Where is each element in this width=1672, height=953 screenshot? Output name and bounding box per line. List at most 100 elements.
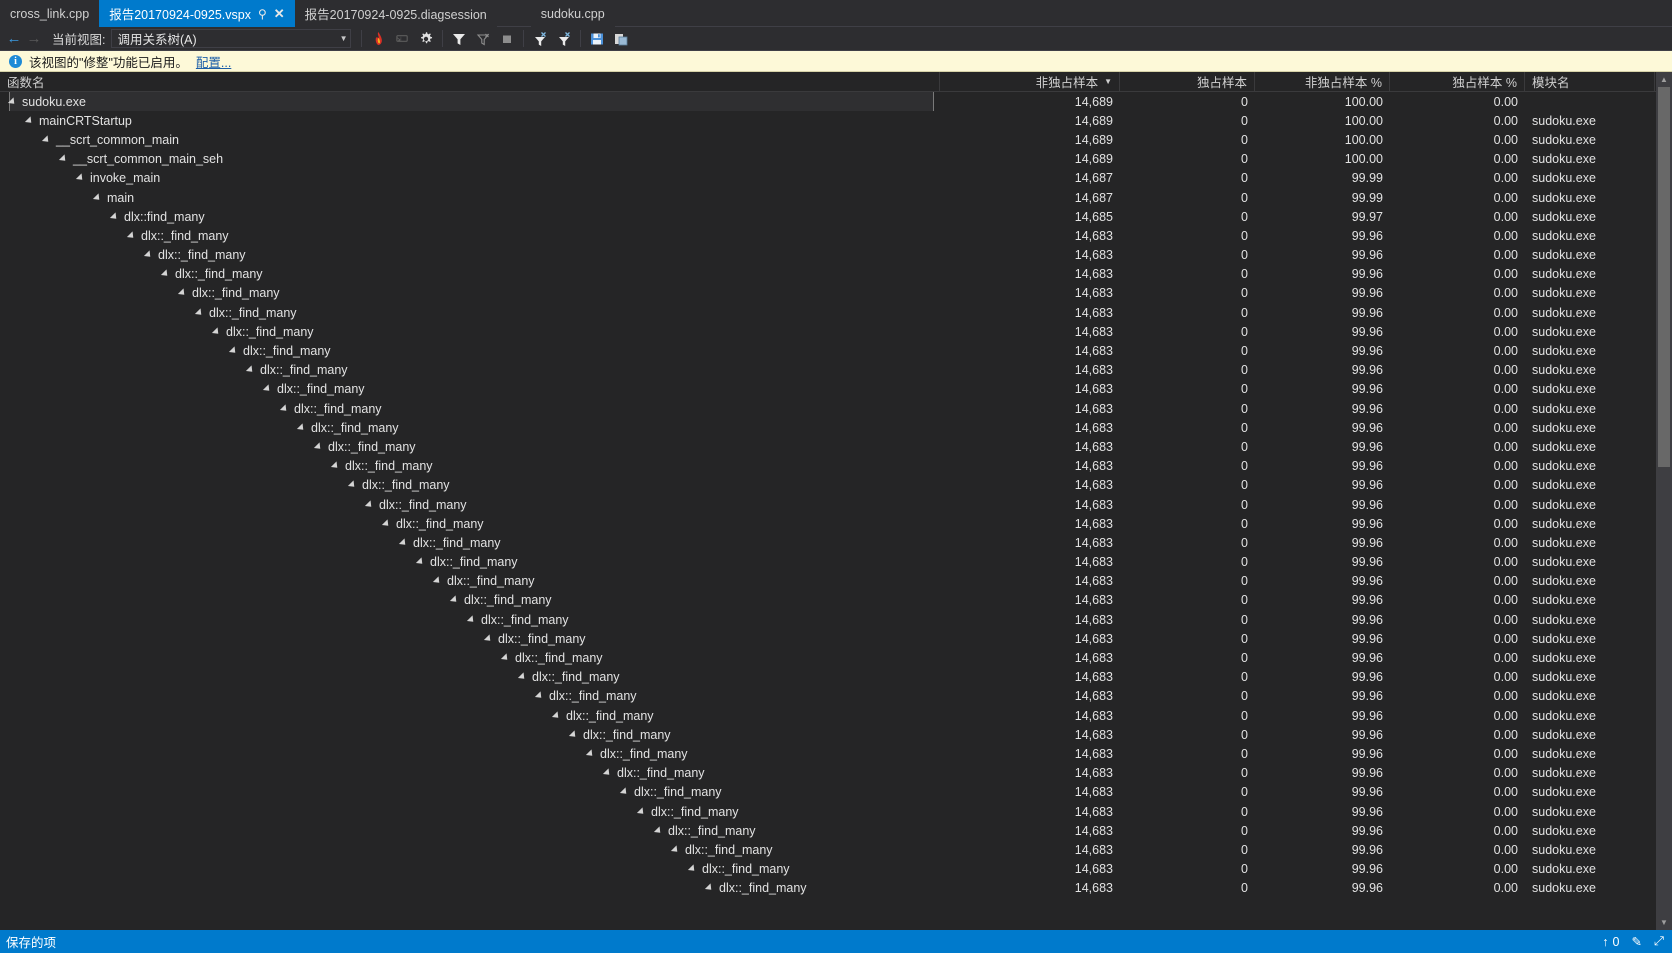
table-row[interactable]: dlx::_find_many 14,683 0 99.96 0.00 sudoku.ex… <box>0 246 1672 265</box>
table-row[interactable]: dlx::_find_many 14,683 0 99.96 0.00 sudoku.ex… <box>0 821 1672 840</box>
tree-node[interactable]: dlx::_find_many <box>653 821 933 840</box>
table-row[interactable]: dlx::_find_many 14,683 0 99.96 0.00 sudoku.ex… <box>0 591 1672 610</box>
tree-node[interactable]: dlx::_find_many <box>364 495 933 514</box>
close-icon[interactable]: ✕ <box>274 7 285 20</box>
edit-icon[interactable]: ✎ <box>1632 934 1642 949</box>
tree-node[interactable]: sudoku.exe <box>7 92 934 112</box>
expander-triangle-icon[interactable] <box>449 595 460 606</box>
table-row[interactable]: dlx::_find_many 14,683 0 99.96 0.00 sudoku.ex… <box>0 341 1672 360</box>
stop-icon[interactable] <box>496 28 518 49</box>
expander-triangle-icon[interactable] <box>466 615 477 625</box>
tab-sudoku-cpp[interactable]: sudoku.cpp <box>530 0 615 27</box>
tree-node[interactable]: mainCRTStartup <box>24 111 933 130</box>
vertical-scrollbar[interactable]: ▲ ▼ <box>1656 72 1672 930</box>
expander-triangle-icon[interactable] <box>687 864 698 874</box>
expander-triangle-icon[interactable] <box>534 691 545 702</box>
tree-node[interactable]: dlx::_find_many <box>160 265 933 284</box>
back-arrow-icon[interactable]: ← <box>4 29 24 49</box>
expander-triangle-icon[interactable] <box>704 883 715 893</box>
tree-node[interactable]: dlx::_find_many <box>466 610 933 629</box>
table-row[interactable]: dlx::_find_many 14,683 0 99.96 0.00 sudoku.ex… <box>0 687 1672 706</box>
tree-node[interactable]: dlx::_find_many <box>279 399 933 418</box>
table-row[interactable]: dlx::_find_many 14,683 0 99.96 0.00 sudoku.ex… <box>0 572 1672 591</box>
expander-triangle-icon[interactable] <box>143 250 154 260</box>
expander-triangle-icon[interactable] <box>194 308 205 318</box>
table-row[interactable]: dlx::_find_many 14,683 0 99.96 0.00 sudoku.ex… <box>0 361 1672 380</box>
expand-icon[interactable]: ⤢ <box>1654 934 1664 949</box>
table-row[interactable]: dlx::_find_many 14,683 0 99.96 0.00 sudoku.ex… <box>0 629 1672 648</box>
forward-arrow-icon[interactable]: → <box>24 29 44 49</box>
expander-triangle-icon[interactable] <box>92 192 103 203</box>
expander-triangle-icon[interactable] <box>500 653 511 663</box>
tab-cross-link-cpp[interactable]: cross_link.cpp <box>0 0 100 27</box>
expander-triangle-icon[interactable] <box>75 173 86 183</box>
expander-triangle-icon[interactable] <box>177 288 188 299</box>
expander-triangle-icon[interactable] <box>41 135 52 145</box>
column-header-exclusive[interactable]: 独占样本 <box>1120 72 1255 91</box>
expander-triangle-icon[interactable] <box>619 787 630 797</box>
tree-node[interactable]: dlx::_find_many <box>687 860 933 879</box>
status-publish-indicator[interactable]: ↑ 0 <box>1602 935 1619 949</box>
tree-node[interactable]: dlx::_find_many <box>602 764 933 783</box>
column-header-inclusive[interactable]: 非独占样本 ▼ <box>940 72 1120 91</box>
table-row[interactable]: dlx::_find_many 14,683 0 99.96 0.00 sudoku.ex… <box>0 764 1672 783</box>
tree-node[interactable]: dlx::_find_many <box>245 361 933 380</box>
table-row[interactable]: dlx::_find_many 14,683 0 99.96 0.00 sudoku.ex… <box>0 744 1672 763</box>
tree-node[interactable]: dlx::_find_many <box>313 437 933 456</box>
table-row[interactable]: dlx::_find_many 14,683 0 99.96 0.00 sudoku.ex… <box>0 553 1672 572</box>
expander-triangle-icon[interactable] <box>364 499 375 510</box>
tree-node[interactable]: __scrt_common_main_seh <box>58 150 933 169</box>
table-row[interactable]: dlx::_find_many 14,683 0 99.96 0.00 sudoku.ex… <box>0 437 1672 456</box>
table-row[interactable]: dlx::_find_many 14,683 0 99.96 0.00 sudoku.ex… <box>0 226 1672 245</box>
save-icon[interactable] <box>586 28 608 49</box>
expander-triangle-icon[interactable] <box>330 461 341 471</box>
expander-triangle-icon[interactable] <box>636 806 647 817</box>
filter-add-icon[interactable] <box>529 28 551 49</box>
expander-triangle-icon[interactable] <box>398 538 409 548</box>
gear-icon[interactable] <box>415 28 437 49</box>
tab-report-vspx[interactable]: 报告20170924-0925.vspx ⚲ ✕ <box>99 0 295 27</box>
table-row[interactable]: invoke_main 14,687 0 99.99 0.00 sudoku.exe <box>0 169 1672 188</box>
tree-node[interactable]: dlx::_find_many <box>517 668 933 687</box>
expander-triangle-icon[interactable] <box>381 519 392 529</box>
expander-triangle-icon[interactable] <box>296 423 307 433</box>
tree-node[interactable]: dlx::_find_many <box>636 802 933 821</box>
table-row[interactable]: dlx::_find_many 14,683 0 99.96 0.00 sudoku.ex… <box>0 457 1672 476</box>
table-row[interactable]: __scrt_common_main 14,689 0 100.00 0.00 sudok… <box>0 130 1672 149</box>
expander-triangle-icon[interactable] <box>551 710 562 721</box>
expander-triangle-icon[interactable] <box>483 634 494 644</box>
table-row[interactable]: dlx::_find_many 14,683 0 99.96 0.00 sudoku.ex… <box>0 783 1672 802</box>
tree-node[interactable]: dlx::_find_many <box>449 591 933 610</box>
view-select[interactable]: 调用关系树(A) ▼ <box>111 29 352 48</box>
table-row[interactable]: dlx::_find_many 14,683 0 99.96 0.00 sudoku.ex… <box>0 725 1672 744</box>
expander-triangle-icon[interactable] <box>58 154 69 164</box>
tree-node[interactable]: dlx::_find_many <box>177 284 933 303</box>
expander-triangle-icon[interactable] <box>228 346 239 356</box>
expander-triangle-icon[interactable] <box>126 231 137 241</box>
expander-triangle-icon[interactable] <box>160 269 171 279</box>
table-row[interactable]: dlx::_find_many 14,683 0 99.96 0.00 sudoku.ex… <box>0 802 1672 821</box>
table-row[interactable]: sudoku.exe 14,689 0 100.00 0.00 <box>0 92 1672 112</box>
expander-triangle-icon[interactable] <box>432 576 443 586</box>
tree-node[interactable]: dlx::_find_many <box>398 533 933 552</box>
expander-triangle-icon[interactable] <box>24 116 35 126</box>
tree-node[interactable]: dlx::_find_many <box>228 342 933 361</box>
tree-node[interactable]: dlx::_find_many <box>143 246 933 265</box>
tree-node[interactable]: dlx::_find_many <box>500 649 933 668</box>
table-row[interactable]: dlx::_find_many 14,683 0 99.96 0.00 sudoku.ex… <box>0 879 1672 898</box>
table-row[interactable]: dlx::_find_many 14,683 0 99.96 0.00 sudoku.ex… <box>0 303 1672 322</box>
tree-node[interactable]: dlx::_find_many <box>211 322 933 341</box>
table-row[interactable]: dlx::_find_many 14,683 0 99.96 0.00 sudoku.ex… <box>0 265 1672 284</box>
table-row[interactable]: dlx::_find_many 14,683 0 99.96 0.00 sudoku.ex… <box>0 322 1672 341</box>
filter-icon[interactable] <box>448 28 470 49</box>
table-row[interactable]: dlx::_find_many 14,683 0 99.96 0.00 sudoku.ex… <box>0 706 1672 725</box>
table-row[interactable]: dlx::_find_many 14,683 0 99.96 0.00 sudoku.ex… <box>0 533 1672 552</box>
tree-node[interactable]: invoke_main <box>75 169 933 188</box>
table-row[interactable]: dlx::_find_many 14,683 0 99.96 0.00 sudoku.ex… <box>0 610 1672 629</box>
tree-node[interactable]: dlx::_find_many <box>296 418 933 437</box>
export-icon[interactable] <box>610 28 632 49</box>
table-row[interactable]: main 14,687 0 99.99 0.00 sudoku.exe <box>0 188 1672 207</box>
table-row[interactable]: __scrt_common_main_seh 14,689 0 100.00 0.00 s… <box>0 150 1672 169</box>
expander-triangle-icon[interactable] <box>653 826 664 836</box>
table-row[interactable]: dlx::_find_many 14,683 0 99.96 0.00 sudoku.ex… <box>0 668 1672 687</box>
